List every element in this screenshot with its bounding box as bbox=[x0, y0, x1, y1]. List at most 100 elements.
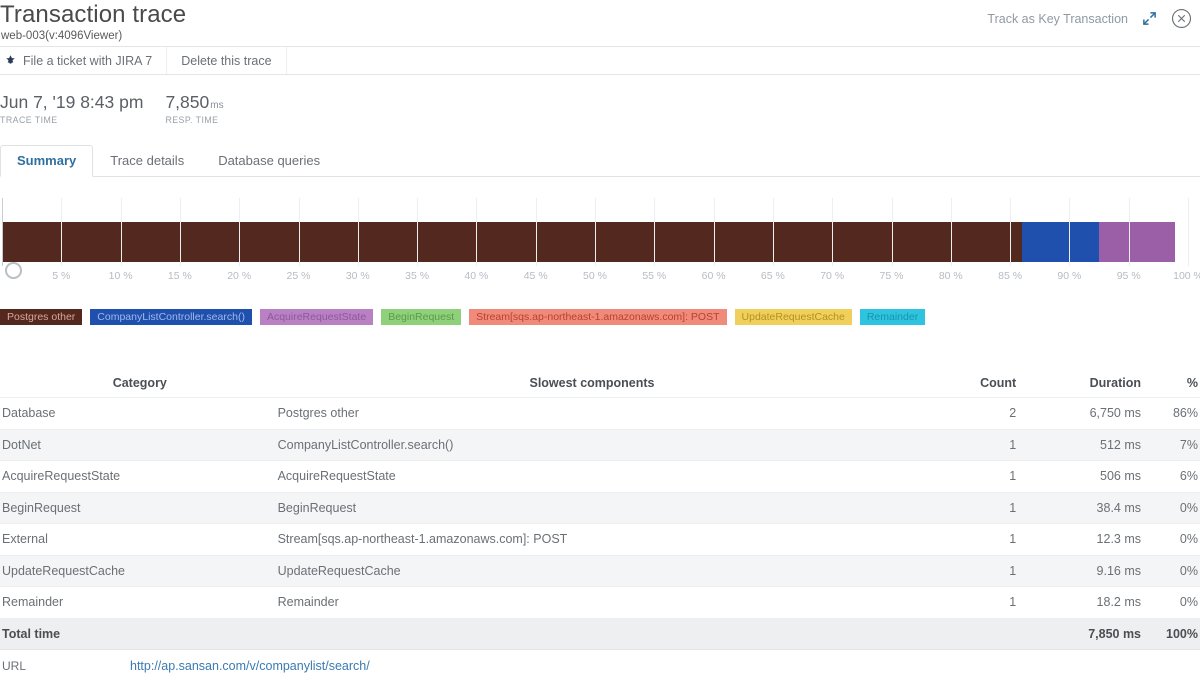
axis-tick-label: 65 % bbox=[760, 270, 785, 282]
delete-trace-button[interactable]: Delete this trace bbox=[167, 47, 287, 74]
header-actions: Track as Key Transaction bbox=[987, 8, 1192, 29]
total-category: Total time bbox=[0, 618, 278, 650]
close-icon[interactable] bbox=[1171, 8, 1192, 29]
cell-category: External bbox=[0, 523, 278, 556]
tab-trace-details[interactable]: Trace details bbox=[93, 145, 201, 177]
axis-tick-label: 55 % bbox=[642, 270, 667, 282]
bar-segment[interactable] bbox=[1021, 222, 1100, 262]
file-jira-ticket-label: File a ticket with JIRA 7 bbox=[23, 53, 153, 68]
axis-tick-label: 25 % bbox=[286, 270, 311, 282]
column-header: % bbox=[1141, 368, 1200, 398]
gridline bbox=[595, 198, 596, 266]
legend-chip[interactable]: AcquireRequestState bbox=[259, 309, 374, 325]
cell-count: 1 bbox=[906, 460, 1017, 493]
transaction-trace-page: Transaction trace web-003(v:4096Viewer) … bbox=[0, 0, 1200, 691]
gridline bbox=[239, 198, 241, 266]
cell-component: Postgres other bbox=[277, 397, 907, 430]
tab-summary[interactable]: Summary bbox=[0, 145, 94, 177]
cell-duration: 512 ms bbox=[1016, 429, 1142, 461]
action-toolbar: File a ticket with JIRA 7 Delete this tr… bbox=[0, 46, 1200, 75]
tab-database-queries[interactable]: Database queries bbox=[201, 145, 337, 177]
cell-duration: 12.3 ms bbox=[1016, 523, 1142, 556]
axis-tick-label: 75 % bbox=[879, 270, 904, 282]
legend-chip[interactable]: CompanyListController.search() bbox=[90, 309, 252, 325]
table-body: Database Postgres other 2 6,750 ms 86% DotNet… bbox=[0, 397, 1200, 650]
legend-chip[interactable]: Stream[sqs.ap-northeast-1.amazonaws.com]… bbox=[469, 309, 727, 325]
total-duration: 7,850 ms bbox=[1016, 618, 1142, 650]
cell-component: CompanyListController.search() bbox=[277, 429, 907, 461]
timeline-axis: 5 % 10 % 15 % 20 % 25 % 30 % 35 % 40 % 45 % 50 % 5… bbox=[2, 262, 1200, 286]
cell-category: BeginRequest bbox=[0, 492, 278, 524]
gridline bbox=[417, 198, 419, 266]
stat-resp-time-label: RESP. TIME bbox=[165, 115, 219, 125]
axis-tick-label: 100 % bbox=[1173, 270, 1200, 282]
column-header: Count bbox=[906, 368, 1017, 398]
url-row: URL http://ap.sansan.com/v/companylist/s… bbox=[0, 655, 1200, 677]
gridline bbox=[654, 198, 656, 266]
table-row: AcquireRequestState AcquireRequestState 1 5… bbox=[0, 460, 1200, 493]
gridline bbox=[298, 198, 300, 266]
file-jira-ticket-button[interactable]: File a ticket with JIRA 7 bbox=[0, 47, 168, 74]
url-label: URL bbox=[2, 659, 27, 673]
bar-segment[interactable] bbox=[2, 222, 1022, 262]
bar-segment[interactable] bbox=[1099, 222, 1175, 262]
table-row: BeginRequest BeginRequest 1 38.4 ms 0% bbox=[0, 492, 1200, 524]
axis-tick-label: 30 % bbox=[345, 270, 370, 282]
gridline bbox=[1128, 198, 1130, 266]
tab-bar: Summary Trace details Database queries bbox=[0, 144, 1200, 177]
delete-trace-label: Delete this trace bbox=[181, 53, 272, 68]
timeline-scrub-handle[interactable] bbox=[5, 262, 22, 279]
cell-category: Remainder bbox=[0, 586, 278, 619]
cell-component: UpdateRequestCache bbox=[277, 555, 907, 587]
chart-legend: Postgres other CompanyListController.sear… bbox=[0, 309, 1200, 325]
cell-pct: 0% bbox=[1141, 492, 1200, 524]
legend-chip[interactable]: Postgres other bbox=[0, 309, 83, 325]
trace-stats: Jun 7, '19 8:43 pm TRACE TIME 7,850ms RE… bbox=[0, 92, 246, 125]
axis-tick-label: 70 % bbox=[820, 270, 845, 282]
cell-category: AcquireRequestState bbox=[0, 460, 278, 493]
legend-chip[interactable]: BeginRequest bbox=[381, 309, 462, 325]
table-row: Database Postgres other 2 6,750 ms 86% bbox=[0, 397, 1200, 430]
cell-component: BeginRequest bbox=[277, 492, 907, 524]
cell-pct: 6% bbox=[1141, 460, 1200, 493]
page-title: Transaction trace bbox=[0, 1, 187, 28]
gridline bbox=[357, 198, 359, 266]
axis-tick-label: 5 % bbox=[52, 270, 71, 282]
cell-duration: 6,750 ms bbox=[1016, 397, 1142, 430]
legend-chip[interactable]: Remainder bbox=[859, 309, 926, 325]
cell-component: Remainder bbox=[277, 586, 907, 619]
stat-resp-time-unit: ms bbox=[210, 100, 224, 111]
expand-icon[interactable] bbox=[1142, 11, 1157, 26]
cell-count: 1 bbox=[906, 555, 1017, 587]
cell-count: 1 bbox=[906, 586, 1017, 619]
table-total-row: Total time 7,850 ms 100% bbox=[0, 618, 1200, 650]
track-as-key-transaction-link[interactable]: Track as Key Transaction bbox=[987, 12, 1128, 26]
axis-tick-label: 85 % bbox=[998, 270, 1023, 282]
axis-tick-label: 95 % bbox=[1116, 270, 1141, 282]
table-row: DotNet CompanyListController.search() 1 512… bbox=[0, 429, 1200, 461]
gridline bbox=[713, 198, 715, 266]
table-row: UpdateRequestCache UpdateRequestCache 1 9.1… bbox=[0, 555, 1200, 587]
stat-trace-time: Jun 7, '19 8:43 pm TRACE TIME bbox=[0, 92, 143, 125]
axis-tick-label: 50 % bbox=[583, 270, 607, 282]
total-count bbox=[906, 618, 1017, 650]
stat-resp-time-value: 7,850ms bbox=[165, 92, 224, 112]
url-value[interactable]: http://ap.sansan.com/v/companylist/searc… bbox=[130, 659, 370, 673]
jira-icon bbox=[4, 54, 17, 67]
total-component bbox=[277, 618, 907, 650]
gridline bbox=[1069, 198, 1071, 266]
cell-count: 1 bbox=[906, 523, 1017, 556]
cell-count: 1 bbox=[906, 492, 1017, 524]
components-table: Category Slowest components Count Duration%… bbox=[0, 368, 1200, 650]
cell-pct: 0% bbox=[1141, 586, 1200, 619]
cell-duration: 18.2 ms bbox=[1016, 586, 1142, 619]
gridline bbox=[891, 198, 893, 266]
axis-tick-label: 35 % bbox=[405, 270, 430, 282]
stat-resp-time: 7,850ms RESP. TIME bbox=[165, 92, 223, 125]
cell-duration: 9.16 ms bbox=[1016, 555, 1142, 587]
column-header: Duration bbox=[1016, 368, 1142, 398]
timeline-chart: 5 % 10 % 15 % 20 % 25 % 30 % 35 % 40 % 45 % 50 % 5… bbox=[0, 198, 1200, 286]
legend-chip[interactable]: UpdateRequestCache bbox=[734, 309, 852, 325]
cell-component: Stream[sqs.ap-northeast-1.amazonaws.com]… bbox=[277, 523, 907, 556]
cell-count: 1 bbox=[906, 429, 1017, 461]
